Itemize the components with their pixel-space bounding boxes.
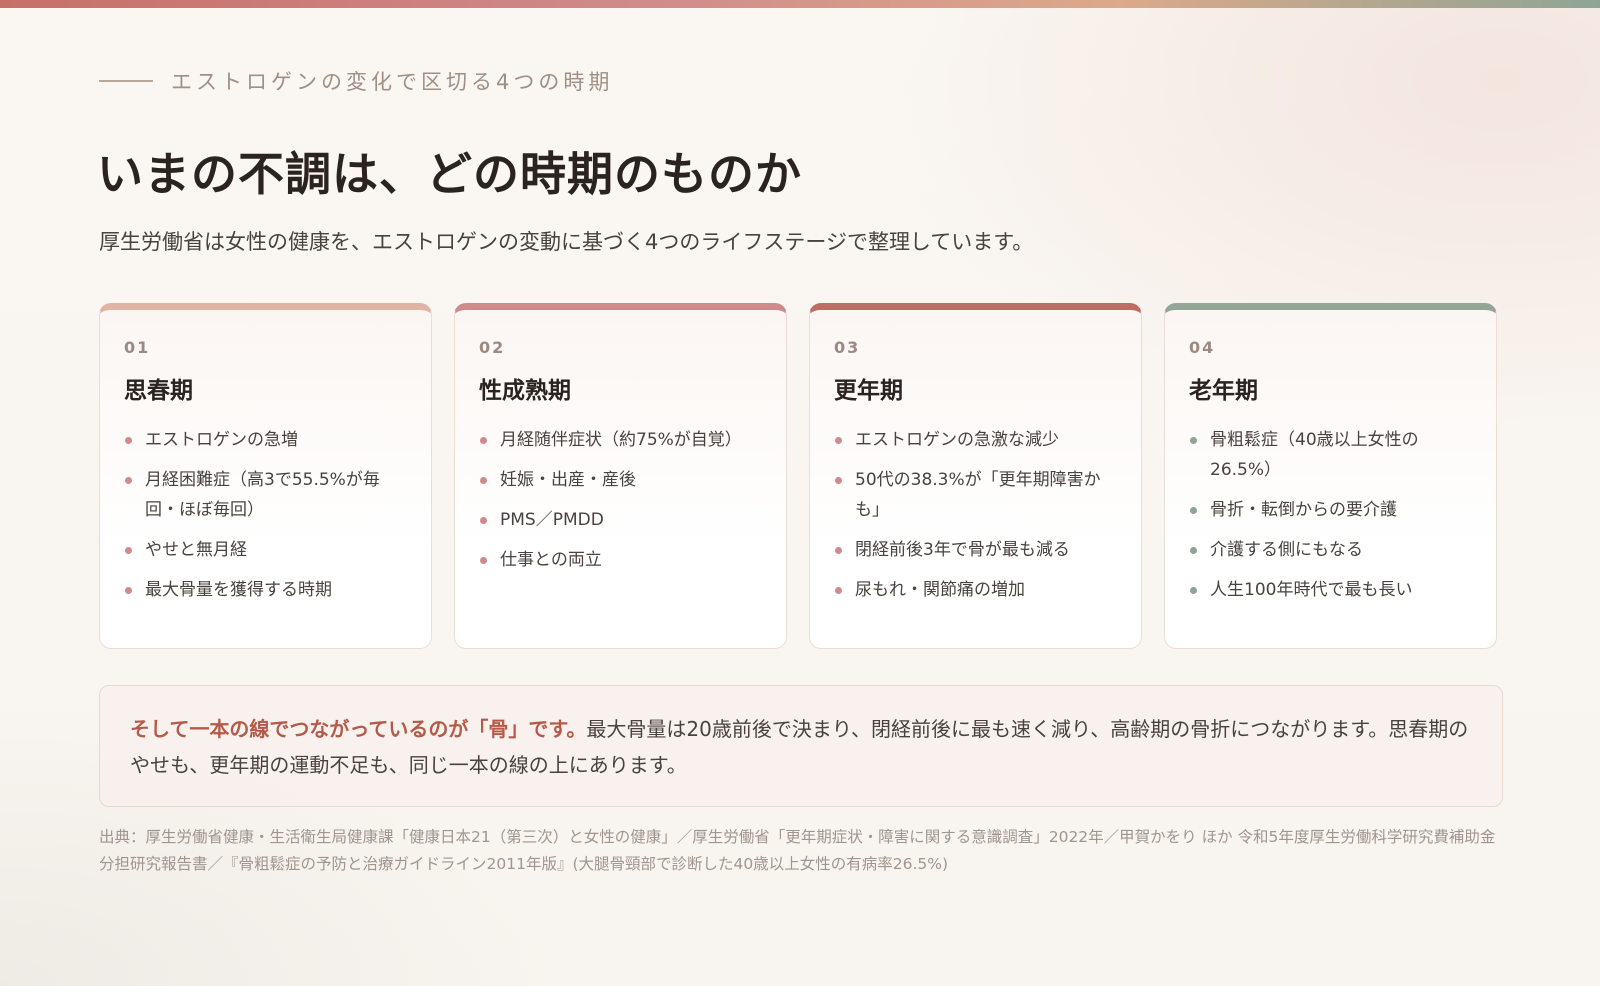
list-item: 月経困難症（高3で55.5%が毎回・ほぼ毎回）	[124, 465, 409, 525]
bullet-dot	[480, 557, 487, 564]
list-item: PMS／PMDD	[479, 505, 764, 535]
list-item: 仕事との両立	[479, 545, 764, 575]
stage-list: エストロゲンの急増 月経困難症（高3で55.5%が毎回・ほぼ毎回） やせと無月経…	[124, 425, 409, 605]
list-item: 人生100年時代で最も長い	[1189, 575, 1474, 605]
eyebrow-rule	[99, 80, 153, 82]
page-title: いまの不調は、どの時期のものか	[97, 147, 802, 201]
bullet-dot	[125, 477, 132, 484]
bullet-dot	[835, 547, 842, 554]
list-item: 骨折・転倒からの要介護	[1189, 495, 1474, 525]
list-item: 50代の38.3%が「更年期障害かも」	[834, 465, 1119, 525]
list-item: 介護する側にもなる	[1189, 535, 1474, 565]
list-item-text: 閉経前後3年で骨が最も減る	[855, 540, 1070, 560]
list-item: 最大骨量を獲得する時期	[124, 575, 409, 605]
list-item-text: 骨折・転倒からの要介護	[1210, 500, 1397, 520]
list-item: エストロゲンの急増	[124, 425, 409, 455]
callout-emphasis: そして一本の線でつながっているのが「骨」です。	[130, 717, 587, 741]
top-accent-bar	[0, 0, 1600, 8]
stage-number: 04	[1189, 338, 1216, 357]
list-item: エストロゲンの急激な減少	[834, 425, 1119, 455]
stage-title: 老年期	[1189, 378, 1258, 404]
stage-number: 02	[479, 338, 506, 357]
bullet-dot	[480, 477, 487, 484]
bullet-dot	[480, 437, 487, 444]
bullet-dot	[125, 587, 132, 594]
stage-number: 03	[834, 338, 861, 357]
bone-callout: そして一本の線でつながっているのが「骨」です。最大骨量は20歳前後で決まり、閉経…	[99, 685, 1503, 807]
list-item-text: PMS／PMDD	[500, 510, 604, 530]
stage-list: 月経随伴症状（約75%が自覚） 妊娠・出産・産後 PMS／PMDD 仕事との両立	[479, 425, 764, 575]
bullet-dot	[1190, 587, 1197, 594]
bullet-dot	[1190, 547, 1197, 554]
list-item-text: やせと無月経	[145, 540, 247, 560]
list-item-text: 尿もれ・関節痛の増加	[855, 580, 1025, 600]
list-item: 月経随伴症状（約75%が自覚）	[479, 425, 764, 455]
list-item-text: 仕事との両立	[500, 550, 602, 570]
list-item-text: 月経随伴症状（約75%が自覚）	[500, 430, 742, 450]
list-item: やせと無月経	[124, 535, 409, 565]
stage-card-senescence: 04 老年期 骨粗鬆症（40歳以上女性の26.5%） 骨折・転倒からの要介護 介…	[1164, 303, 1497, 649]
list-item-text: 月経困難症（高3で55.5%が毎回・ほぼ毎回）	[145, 470, 380, 520]
stage-title: 更年期	[834, 378, 903, 404]
list-item: 骨粗鬆症（40歳以上女性の26.5%）	[1189, 425, 1474, 485]
stage-card-maturity: 02 性成熟期 月経随伴症状（約75%が自覚） 妊娠・出産・産後 PMS／PMD…	[454, 303, 787, 649]
bullet-dot	[1190, 437, 1197, 444]
lead-text: 厚生労働省は女性の健康を、エストロゲンの変動に基づく4つのライフステージで整理し…	[99, 230, 1034, 254]
stage-title: 性成熟期	[479, 378, 571, 404]
stage-list: エストロゲンの急激な減少 50代の38.3%が「更年期障害かも」 閉経前後3年で…	[834, 425, 1119, 605]
bullet-dot	[125, 547, 132, 554]
list-item-text: 50代の38.3%が「更年期障害かも」	[855, 470, 1101, 520]
list-item-text: 介護する側にもなる	[1210, 540, 1363, 560]
stage-title: 思春期	[124, 378, 193, 404]
stage-cards: 01 思春期 エストロゲンの急増 月経困難症（高3で55.5%が毎回・ほぼ毎回）…	[99, 303, 1497, 649]
list-item: 尿もれ・関節痛の増加	[834, 575, 1119, 605]
stage-card-menopause: 03 更年期 エストロゲンの急激な減少 50代の38.3%が「更年期障害かも」 …	[809, 303, 1142, 649]
bullet-dot	[835, 587, 842, 594]
stage-card-puberty: 01 思春期 エストロゲンの急増 月経困難症（高3で55.5%が毎回・ほぼ毎回）…	[99, 303, 432, 649]
bullet-dot	[835, 437, 842, 444]
list-item-text: 最大骨量を獲得する時期	[145, 580, 332, 600]
list-item: 妊娠・出産・産後	[479, 465, 764, 495]
eyebrow-text: エストロゲンの変化で区切る4つの時期	[171, 70, 614, 94]
bullet-dot	[835, 477, 842, 484]
list-item-text: エストロゲンの急激な減少	[855, 430, 1059, 450]
list-item-text: エストロゲンの急増	[145, 430, 298, 450]
source-citation: 出典：厚生労働省健康・生活衛生局健康課「健康日本21（第三次）と女性の健康」／厚…	[99, 828, 1496, 873]
stage-number: 01	[124, 338, 151, 357]
list-item-text: 人生100年時代で最も長い	[1210, 580, 1413, 600]
eyebrow: エストロゲンの変化で区切る4つの時期	[99, 66, 613, 96]
list-item-text: 骨粗鬆症（40歳以上女性の26.5%）	[1210, 430, 1419, 480]
list-item: 閉経前後3年で骨が最も減る	[834, 535, 1119, 565]
bullet-dot	[1190, 507, 1197, 514]
bullet-dot	[480, 517, 487, 524]
stage-list: 骨粗鬆症（40歳以上女性の26.5%） 骨折・転倒からの要介護 介護する側にもな…	[1189, 425, 1474, 605]
bullet-dot	[125, 437, 132, 444]
list-item-text: 妊娠・出産・産後	[500, 470, 636, 490]
